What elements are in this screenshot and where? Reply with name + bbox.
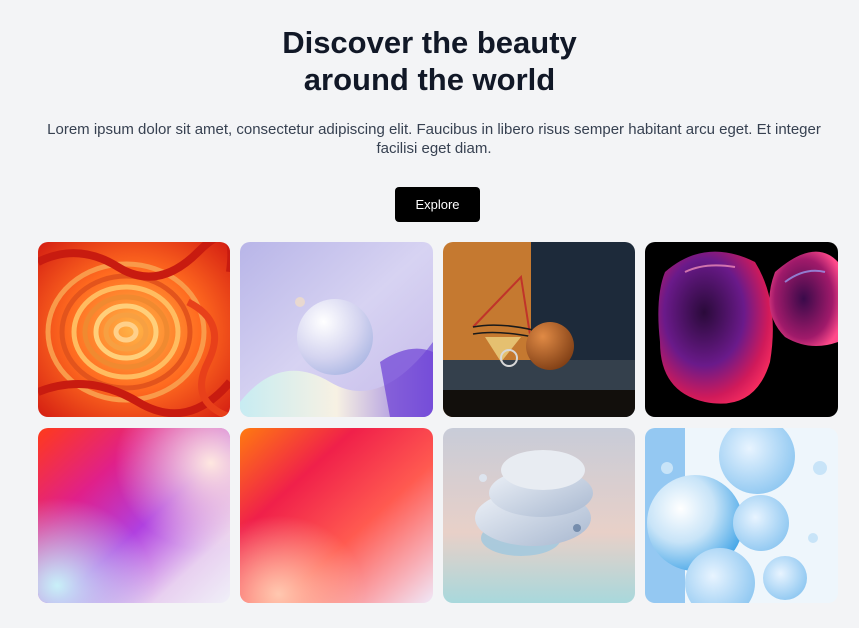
gradient-pink-image	[38, 428, 230, 603]
blobs-image	[645, 242, 838, 417]
explore-button[interactable]: Explore	[395, 187, 480, 222]
gallery-image-gradient-red[interactable]	[240, 428, 433, 603]
room-image	[443, 242, 635, 417]
gallery-image-room[interactable]	[443, 242, 635, 417]
sphere-image	[240, 242, 433, 417]
image-gallery	[38, 242, 838, 603]
hero-title: Discover the beauty around the world	[0, 24, 859, 98]
page: Discover the beauty around the world Lor…	[0, 0, 859, 628]
gallery-image-discs[interactable]	[443, 428, 635, 603]
hero-title-line-2: around the world	[303, 62, 556, 97]
gallery-image-gradient-pink[interactable]	[38, 428, 230, 603]
gallery-image-sphere[interactable]	[240, 242, 433, 417]
gradient-red-image	[240, 428, 433, 603]
discs-image	[443, 428, 635, 603]
bubbles-image	[645, 428, 838, 603]
gallery-image-blobs[interactable]	[645, 242, 838, 417]
gallery-image-swirl[interactable]	[38, 242, 230, 417]
gallery-image-bubbles[interactable]	[645, 428, 838, 603]
swirl-image	[38, 242, 230, 417]
hero-description: Lorem ipsum dolor sit amet, consectetur …	[47, 121, 821, 157]
hero-title-line-1: Discover the beauty	[282, 25, 577, 60]
